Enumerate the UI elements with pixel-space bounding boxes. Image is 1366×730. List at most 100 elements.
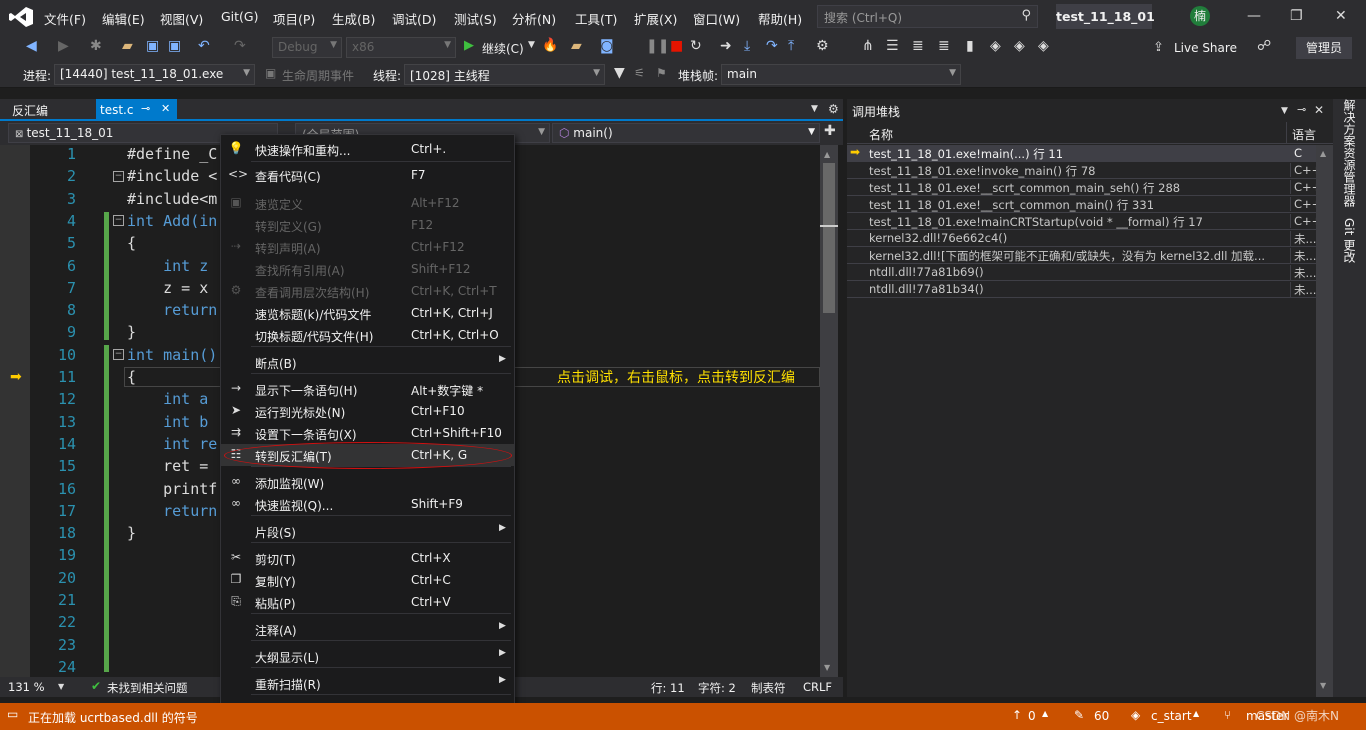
restart-icon[interactable]: ↻ <box>690 38 702 54</box>
tab-disassembly[interactable]: 反汇编 <box>12 102 48 119</box>
menu-item-1[interactable]: 💡 快速操作和重构... Ctrl+. <box>221 138 514 160</box>
menu-item[interactable]: Git(G) <box>221 9 259 24</box>
search-icon[interactable]: ⚲ <box>1021 8 1031 23</box>
search-box[interactable]: 搜索 (Ctrl+Q) ⚲ <box>817 5 1038 28</box>
pencil-icon[interactable]: ✎ <box>1074 708 1084 722</box>
call-stack-row[interactable]: ntdll.dll!77a81b69() 未... <box>847 264 1316 281</box>
tabs-indicator[interactable]: 制表符 <box>751 680 786 696</box>
visual-studio-logo[interactable] <box>8 6 34 28</box>
menu-item[interactable]: 工具(T) <box>575 9 617 28</box>
menu-item-15[interactable]: ∞ 添加监视(W) <box>221 471 514 493</box>
fold-toggle[interactable]: − <box>113 349 124 360</box>
thread-icon[interactable]: ⋔ <box>862 38 874 54</box>
function-select[interactable]: ⬡ main() ▼ <box>552 123 820 143</box>
close-tab-icon[interactable]: ✕ <box>161 102 170 115</box>
menu-item-2[interactable]: <> 查看代码(C) F7 <box>221 164 514 186</box>
call-stack-row[interactable]: test_11_18_01.exe!__scrt_common_main_seh… <box>847 179 1316 196</box>
open-folder-icon[interactable]: ▰ <box>122 38 133 54</box>
menu-item[interactable]: 帮助(H) <box>758 9 802 28</box>
branch-icon[interactable]: ⑂ <box>1224 708 1231 722</box>
save-icon[interactable]: ▣ <box>146 38 159 54</box>
caret-up-icon[interactable]: ▲ <box>1042 709 1048 718</box>
stop-icon[interactable]: ■ <box>670 38 683 54</box>
code-line[interactable]: { <box>127 368 136 386</box>
process-select[interactable]: [14440] test_11_18_01.exe ▼ <box>54 64 255 85</box>
code-line[interactable]: int a <box>127 390 208 408</box>
live-share-button[interactable]: Live Share <box>1174 41 1237 55</box>
menu-item[interactable]: 窗口(W) <box>693 9 740 28</box>
configuration-select[interactable]: Debug ▼ <box>272 37 342 58</box>
indent-icon[interactable]: ≣ <box>912 38 924 54</box>
hex-icon[interactable]: ⚙ <box>816 38 829 54</box>
column-name[interactable]: 名称 <box>869 126 893 143</box>
minimize-icon[interactable]: — <box>1247 8 1261 24</box>
menu-item-22[interactable]: 大纲显示(L) ▶ <box>221 645 514 667</box>
pause-icon[interactable]: ❚❚ <box>646 38 669 54</box>
menu-item-16[interactable]: ∞ 快速监视(Q)... Shift+F9 <box>221 493 514 515</box>
fold-toggle[interactable]: − <box>113 171 124 182</box>
scroll-down-icon[interactable]: ▼ <box>1320 681 1326 690</box>
hot-reload-icon[interactable]: 🔥 <box>542 38 558 53</box>
issues-status[interactable]: 未找到相关问题 <box>107 680 188 696</box>
close-icon[interactable]: ✕ <box>1335 8 1347 24</box>
maximize-icon[interactable]: ❐ <box>1290 8 1303 24</box>
fold-toggle[interactable]: − <box>113 215 124 226</box>
code-line[interactable]: #include < <box>127 167 217 185</box>
step-out-icon[interactable]: ⤒ <box>788 38 794 54</box>
code-line[interactable]: return <box>127 502 217 520</box>
close-panel-icon[interactable]: ✕ <box>1314 103 1324 117</box>
bookmark-icon[interactable]: ▮ <box>966 38 974 54</box>
avatar[interactable]: 楠 <box>1190 6 1210 26</box>
scroll-up-icon[interactable]: ▲ <box>824 150 830 159</box>
save-all-icon[interactable]: ▣ <box>168 38 181 54</box>
tab-git-changes[interactable]: Git 更改 <box>1341 218 1358 263</box>
menu-item[interactable]: 扩展(X) <box>634 9 677 28</box>
call-stack-row[interactable]: test_11_18_01.exe!__scrt_common_main() 行… <box>847 196 1316 213</box>
tab-test-c[interactable]: test.c ⊸ ✕ <box>96 99 177 121</box>
show-next-icon[interactable]: ➜ <box>720 38 732 54</box>
caret-up-icon[interactable]: ▲ <box>1193 709 1199 718</box>
call-stack-row[interactable]: kernel32.dll!76e662c4() 未... <box>847 230 1316 247</box>
code-line[interactable]: printf <box>127 480 217 498</box>
live-share-icon[interactable]: ⇪ <box>1153 40 1164 55</box>
split-icon[interactable]: ✚ <box>824 123 836 139</box>
bookmark-next-icon[interactable]: ◈ <box>1014 38 1025 54</box>
code-line[interactable]: ret = <box>127 457 208 475</box>
menu-item-12[interactable]: ➤ 运行到光标处(N) Ctrl+F10 <box>221 400 514 422</box>
code-line[interactable]: int re <box>127 435 217 453</box>
eol-indicator[interactable]: CRLF <box>803 680 832 694</box>
glyph-margin[interactable] <box>0 145 30 677</box>
menu-item-23[interactable]: 重新扫描(R) ▶ <box>221 672 514 694</box>
vertical-scrollbar[interactable]: ▲ ▼ <box>820 145 838 677</box>
menu-item-21[interactable]: 注释(A) ▶ <box>221 618 514 640</box>
menu-item-20[interactable]: ⎘ 粘贴(P) Ctrl+V <box>221 591 514 613</box>
menu-item[interactable]: 视图(V) <box>160 9 203 28</box>
bookmark-prev-icon[interactable]: ◈ <box>990 38 1001 54</box>
lifecycle-events-button[interactable]: 生命周期事件 <box>282 67 354 84</box>
bookmark-clear-icon[interactable]: ◈ <box>1038 38 1049 54</box>
feedback-icon[interactable]: ☍ <box>1257 38 1271 54</box>
call-stack-scrollbar[interactable]: ▲ ▼ <box>1316 145 1333 697</box>
filter-icon[interactable]: ▼ <box>614 65 625 81</box>
code-line[interactable]: } <box>127 323 136 341</box>
repo-icon[interactable]: ◈ <box>1131 708 1140 722</box>
changes-count[interactable]: 60 <box>1094 709 1109 723</box>
menu-item[interactable]: 测试(S) <box>454 9 497 28</box>
undo-icon[interactable]: ↶ <box>198 38 210 54</box>
repo-name[interactable]: c_start <box>1151 709 1192 723</box>
chevron-down-icon[interactable]: ▼ <box>58 682 64 691</box>
code-line[interactable]: int main() <box>127 346 217 364</box>
thread-select[interactable]: [1028] 主线程 ▼ <box>404 64 605 85</box>
chevron-down-icon[interactable]: ▼ <box>528 40 535 50</box>
clear-filter-icon[interactable]: ⚟ <box>634 66 645 80</box>
code-line[interactable]: int Add(in <box>127 212 217 230</box>
forward-icon[interactable]: ▶ <box>58 38 69 54</box>
menu-item[interactable]: 编辑(E) <box>102 9 145 28</box>
code-line[interactable]: return <box>127 301 217 319</box>
call-stack-row[interactable]: test_11_18_01.exe!mainCRTStartup(void * … <box>847 213 1316 230</box>
platform-select[interactable]: x86 ▼ <box>346 37 456 58</box>
menu-item-13[interactable]: ⇉ 设置下一条语句(X) Ctrl+Shift+F10 <box>221 422 514 444</box>
menu-item-17[interactable]: 片段(S) ▶ <box>221 520 514 542</box>
menu-item-19[interactable]: ❐ 复制(Y) Ctrl+C <box>221 569 514 591</box>
new-project-icon[interactable]: ✱ <box>90 38 102 54</box>
